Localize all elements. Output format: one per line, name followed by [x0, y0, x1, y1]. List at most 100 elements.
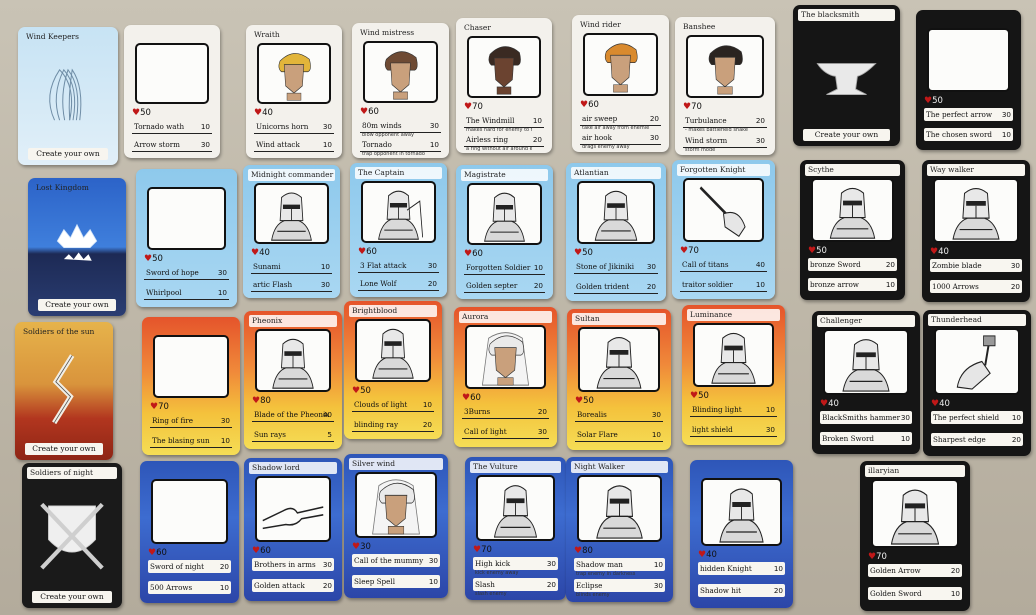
card-blacksmith[interactable]: The blacksmith Create your own — [793, 5, 900, 146]
move-1: Stone of Jikiniki 30 — [574, 260, 658, 274]
move-power: 30 — [765, 425, 775, 434]
move-2: 1000 Arrows 20 — [930, 280, 1022, 293]
move-2: Sun rays 5 — [252, 428, 334, 442]
card-banshee[interactable]: Banshee ♥70 Turbulance 20 - makes battlefiel… — [675, 17, 775, 155]
move-name: light shield — [692, 425, 733, 434]
move-name: Tornado — [362, 140, 392, 149]
move-1: air sweep 20 — [580, 112, 661, 126]
heart-icon: ♥ — [698, 550, 707, 560]
hit-points: ♥50 — [132, 108, 151, 118]
helmet-portrait — [577, 181, 655, 244]
heart-icon: ♥ — [132, 108, 141, 118]
card-name: Soldiers of the sun — [23, 327, 95, 336]
card-wraith[interactable]: Wraith ♥40 Unicorns horn 30 Wind attack 10 — [246, 25, 342, 158]
move-name: hidden Knight — [700, 564, 752, 573]
move-1: BlackSmiths hammer 30 — [820, 411, 912, 424]
hit-points: ♥50 — [144, 254, 163, 264]
hit-points-value: 50 — [582, 248, 593, 258]
card-soldiers-of-night[interactable]: Soldiers of night Create your own — [22, 463, 122, 608]
heart-icon: ♥ — [464, 249, 473, 259]
hit-points: ♥40 — [251, 248, 270, 258]
move-1: The perfect shield 10 — [931, 411, 1023, 424]
blank-portrait — [135, 43, 209, 104]
move-2: bronze arrow 10 — [808, 278, 897, 291]
move-name: The Windmill — [466, 116, 515, 125]
card-scythe[interactable]: Scythe ♥50 bronze Sword 20 bronze arrow 10 — [800, 160, 905, 300]
card-blank-lblue[interactable]: ♥50 Sword of hope 30 Whirlpool 10 — [136, 169, 237, 307]
card-atlantian[interactable]: Atlantian ♥50 Stone of Jikiniki 30 Golden tr… — [566, 163, 666, 301]
move-power: 20 — [1011, 435, 1021, 444]
move-power: 30 — [653, 581, 663, 590]
card-thunderhead[interactable]: Thunderhead ♥40 The perfect shield 10 Sharpe… — [923, 310, 1031, 456]
card-wind-rider[interactable]: Wind rider ♥60 air sweep 20 take air away fr… — [572, 15, 669, 152]
move-power: 20 — [646, 282, 656, 291]
heart-icon: ♥ — [690, 391, 699, 401]
hit-points: ♥50 — [575, 396, 594, 406]
card-forgotten-knight[interactable]: Forgotten Knight ♥70 Call of titans 40 trait… — [672, 160, 775, 299]
move-power: 30 — [217, 268, 227, 277]
move-2: Eclipse 30 — [574, 579, 665, 592]
helmet-portrait — [578, 327, 660, 392]
create-your-own-label: Create your own — [28, 148, 108, 160]
move-1: Sunami 10 — [251, 260, 332, 274]
face-orange-portrait — [583, 33, 658, 96]
move-2: Lone Wolf 20 — [358, 277, 439, 291]
hit-points: ♥30 — [352, 542, 371, 552]
move-2: air hook 30 — [580, 131, 661, 145]
heart-icon: ♥ — [252, 396, 261, 406]
hit-points: ♥40 — [698, 550, 717, 560]
card-the-captain[interactable]: The Captain ♥60 3 Flat attack 30 Lone Wolf 20 — [350, 163, 447, 297]
move-2: traitor soldier 10 — [680, 278, 767, 292]
hit-points-value: 40 — [262, 108, 273, 118]
card-midnight-commander[interactable]: Midnight commander ♥40 Sunami 10 artic Flash… — [243, 165, 340, 298]
card-way-walker[interactable]: Way walker ♥40 Zombie blade 30 1000 Arrows 20 — [922, 160, 1030, 302]
heart-icon: ♥ — [683, 102, 692, 112]
move-name: Sleep Spell — [354, 577, 395, 586]
helmet-portrait — [254, 183, 329, 244]
card-bright-blood[interactable]: Brightblood ♥50 Clouds of light 10 blinding … — [344, 301, 442, 439]
card-blank-fire[interactable]: ♥70 Ring of fire 30 The blasing sun 10 — [142, 317, 240, 455]
card-night-walker[interactable]: Night Walker ♥80 Shadow man 10 trap enemy in… — [566, 457, 673, 602]
card-lost-kingdom[interactable]: Lost Kingdom Create your own — [28, 178, 126, 316]
move-name: Blade of the Pheonix — [254, 410, 330, 419]
move-name: traitor soldier — [682, 280, 733, 289]
card-blank-black[interactable]: ♥50 The perfect arrow 30 The chosen sword 10 — [916, 10, 1021, 150]
card-shadow-lord[interactable]: Shadow lord ♥60 Brothers in arms 30 Golden a… — [244, 458, 342, 601]
card-silver-wind[interactable]: Silver wind ♥30 Call of the mummy 30 Sleep S… — [344, 454, 448, 598]
card-wind-mistress[interactable]: Wind mistress ♥60 80m winds 30 blow opponent… — [352, 23, 449, 158]
hit-points: ♥40 — [930, 247, 949, 257]
card-dblue-knight[interactable]: ♥40 hidden Knight 10 Shadow hit 20 — [690, 460, 793, 608]
move-name: 1000 Arrows — [932, 282, 979, 291]
card-name: Wind mistress — [360, 28, 415, 37]
move-2: Golden septer 20 — [464, 279, 545, 293]
card-wind-keepers[interactable]: Wind Keepers Create your own — [18, 27, 118, 165]
card-challenger[interactable]: Challenger ♥40 BlackSmiths hammer 30 Broken … — [812, 311, 920, 454]
move-name: Sword of night — [150, 562, 205, 571]
card-blank-dblue[interactable]: ♥60 Sword of night 20 500 Arrows 10 — [140, 461, 239, 603]
create-your-own-label: Create your own — [25, 443, 103, 455]
move-power: 30 — [537, 427, 547, 436]
hit-points: ♥50 — [352, 386, 371, 396]
move-name: Golden Sword — [870, 589, 922, 598]
heart-icon: ♥ — [574, 248, 583, 258]
move-power: 40 — [755, 260, 765, 269]
card-chaser[interactable]: Chaser ♥70 The Windmill 10 makes hard for en… — [456, 18, 552, 153]
card-illaryian[interactable]: illaryian ♥70 Golden Arrow 20 Golden Sword 10 — [860, 461, 970, 611]
hit-points-value: 50 — [140, 108, 151, 118]
move-power: 10 — [428, 577, 438, 586]
card-pheonix[interactable]: Pheonix ♥80 Blade of the Pheonix 40 Sun rays… — [244, 311, 342, 449]
heart-icon: ♥ — [820, 399, 829, 409]
move-1: Shadow man 10 — [574, 558, 665, 571]
heart-icon: ♥ — [462, 393, 471, 403]
card-luminance[interactable]: Luminance ♥50 Blinding light 10 light shield… — [682, 305, 785, 445]
move-1: Call of titans 40 — [680, 258, 767, 272]
card-soldiers-of-the-sun[interactable]: Soldiers of the sun Create your own — [15, 322, 113, 460]
card-the-vulture[interactable]: The Vulture ♥70 High kick 30 kick enemy away… — [465, 457, 566, 600]
card-name: illaryian — [865, 465, 965, 477]
move-name: Call of light — [464, 427, 507, 436]
card-magistrate[interactable]: Magistrate ♥60 Forgotten Soldier 10 Golden s… — [456, 165, 553, 299]
move-name: Forgotten Soldier — [466, 263, 531, 272]
card-sultan[interactable]: Sultan ♥50 Borealis 30 Solar Flare 10 — [567, 309, 671, 450]
card-blank-white[interactable]: ♥50 Tornado wath 10 Arrow storm 30 — [124, 25, 220, 158]
card-aurora[interactable]: Aurora ♥60 3Burns 20 Call of light 30 — [454, 307, 557, 447]
